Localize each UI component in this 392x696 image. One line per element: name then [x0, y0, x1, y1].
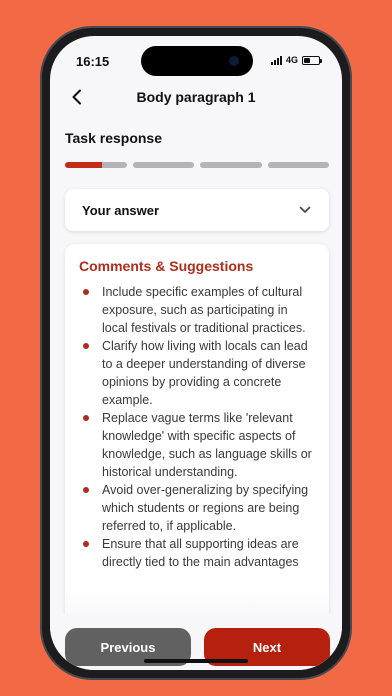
bullet-icon: [83, 415, 89, 421]
home-indicator[interactable]: [144, 659, 248, 663]
comments-title: Comments & Suggestions: [79, 258, 254, 274]
suggestions-list: Include specific examples of cultural ex…: [79, 283, 315, 571]
suggestion-text: Replace vague terms like 'relevant knowl…: [102, 411, 312, 479]
section-label: Task response: [65, 130, 163, 146]
suggestion-text: Include specific examples of cultural ex…: [102, 285, 306, 335]
battery-icon: [302, 55, 322, 65]
your-answer-dropdown[interactable]: Your answer: [65, 189, 329, 231]
your-answer-label: Your answer: [82, 202, 160, 218]
progress-segment: [65, 162, 127, 168]
top-nav: Body paragraph 1: [50, 82, 342, 112]
progress-fill: [65, 162, 102, 168]
suggestion-text: Ensure that all supporting ideas are dir…: [102, 537, 299, 569]
suggestion-item: Include specific examples of cultural ex…: [79, 283, 315, 337]
suggestion-text: Clarify how living with locals can lead …: [102, 339, 308, 407]
status-bar: 16:15 4G: [50, 46, 342, 76]
chevron-down-icon: [299, 206, 311, 213]
suggestion-item: Clarify how living with locals can lead …: [79, 337, 315, 409]
suggestion-item: Avoid over-generalizing by specifying wh…: [79, 481, 315, 535]
progress-segment: [132, 162, 194, 168]
progress-segment: [200, 162, 262, 168]
app-screen: 16:15 4G Body paragraph 1 Task response …: [50, 36, 342, 670]
suggestion-text: Avoid over-generalizing by specifying wh…: [102, 483, 309, 533]
signal-icon: [270, 55, 282, 65]
suggestion-item: Replace vague terms like 'relevant knowl…: [79, 409, 315, 481]
phone-frame: 16:15 4G Body paragraph 1 Task response …: [40, 26, 352, 680]
comments-card[interactable]: Comments & Suggestions Include specific …: [65, 244, 329, 624]
bullet-icon: [83, 289, 89, 295]
page-title: Body paragraph 1: [136, 89, 256, 105]
suggestion-item: Ensure that all supporting ideas are dir…: [79, 535, 315, 571]
bullet-icon: [83, 541, 89, 547]
progress-bar: [65, 162, 329, 168]
bullet-icon: [83, 487, 89, 493]
progress-segment: [267, 162, 329, 168]
status-indicators: 4G: [270, 55, 322, 65]
bullet-icon: [83, 343, 89, 349]
network-type: 4G: [285, 55, 298, 65]
status-time: 16:15: [76, 54, 110, 69]
